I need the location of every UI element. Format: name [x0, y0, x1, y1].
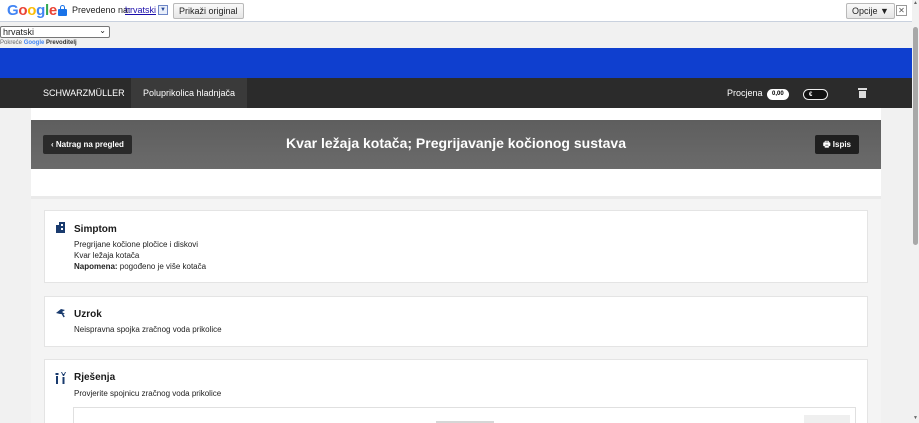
options-button[interactable]: Opcije ▼ — [846, 3, 895, 19]
target-language-link[interactable]: hrvatski — [125, 5, 156, 15]
google-translate-bar: Google Prevedeno na: hrvatski ▼ Prikaži … — [0, 0, 919, 22]
google-logo: Google — [7, 2, 57, 19]
show-original-button[interactable]: Prikaži original — [173, 3, 244, 19]
page-header: ‹ Natrag na pregled Kvar ležaja kotača; … — [31, 120, 881, 169]
lock-icon — [58, 5, 67, 16]
scroll-down-icon[interactable]: ▼ — [913, 415, 918, 421]
nav-brand[interactable]: SCHWARZMÜLLER — [31, 78, 137, 108]
chevron-down-icon: ⌄ — [99, 26, 106, 35]
solution-detail-box — [73, 407, 856, 423]
language-dropdown-icon[interactable]: ▼ — [158, 5, 168, 15]
estimate-label: Procjena — [727, 88, 763, 98]
detail-button[interactable] — [804, 415, 850, 423]
symptom-title: Simptom — [74, 224, 117, 235]
print-button[interactable]: 🖶 Ispis — [815, 135, 860, 154]
trash-icon[interactable] — [858, 88, 867, 98]
building-icon — [55, 222, 66, 236]
powered-by-google: Pokreće Google Prevoditelj — [0, 40, 77, 46]
page-title: Kvar ležaja kotača; Pregrijavanje kočion… — [285, 135, 627, 151]
currency-badge: € — [803, 89, 828, 100]
site-header-band — [0, 48, 912, 78]
page-scrollbar[interactable]: ▲ ▼ — [912, 0, 919, 423]
nav-vehicle[interactable]: Poluprikolica hladnjača — [131, 78, 248, 108]
scroll-thumb[interactable] — [913, 27, 918, 245]
language-select[interactable]: hrvatski ⌄ — [0, 26, 110, 38]
cause-title: Uzrok — [74, 309, 102, 320]
top-navigation: SCHWARZMÜLLER Poluprikolica hladnjača Pr… — [0, 78, 912, 108]
close-icon[interactable]: ✕ — [896, 5, 907, 16]
cause-line: Neispravna spojka zračnog voda prikolice — [74, 325, 222, 334]
solution-title: Rješenja — [74, 372, 116, 383]
symptom-note: Napomena: pogođeno je više kotača — [74, 262, 207, 271]
symptom-card: Simptom Pregrijane kočione pločice i dis… — [44, 210, 868, 283]
symptom-line: Kvar ležaja kotača — [74, 251, 140, 260]
solution-card: Rješenja Provjerite spojnicu zračnog vod… — [44, 359, 868, 423]
translated-to-label: Prevedeno na: — [72, 5, 131, 15]
scroll-up-icon[interactable]: ▲ — [913, 0, 918, 6]
estimate-value: 0,00 — [767, 89, 789, 100]
flag-icon — [55, 308, 66, 322]
cause-card: Uzrok Neispravna spojka zračnog voda pri… — [44, 296, 868, 347]
symptom-line: Pregrijane kočione pločice i diskovi — [74, 240, 199, 249]
tools-icon — [55, 372, 67, 387]
solution-line: Provjerite spojnicu zračnog voda prikoli… — [74, 389, 222, 398]
